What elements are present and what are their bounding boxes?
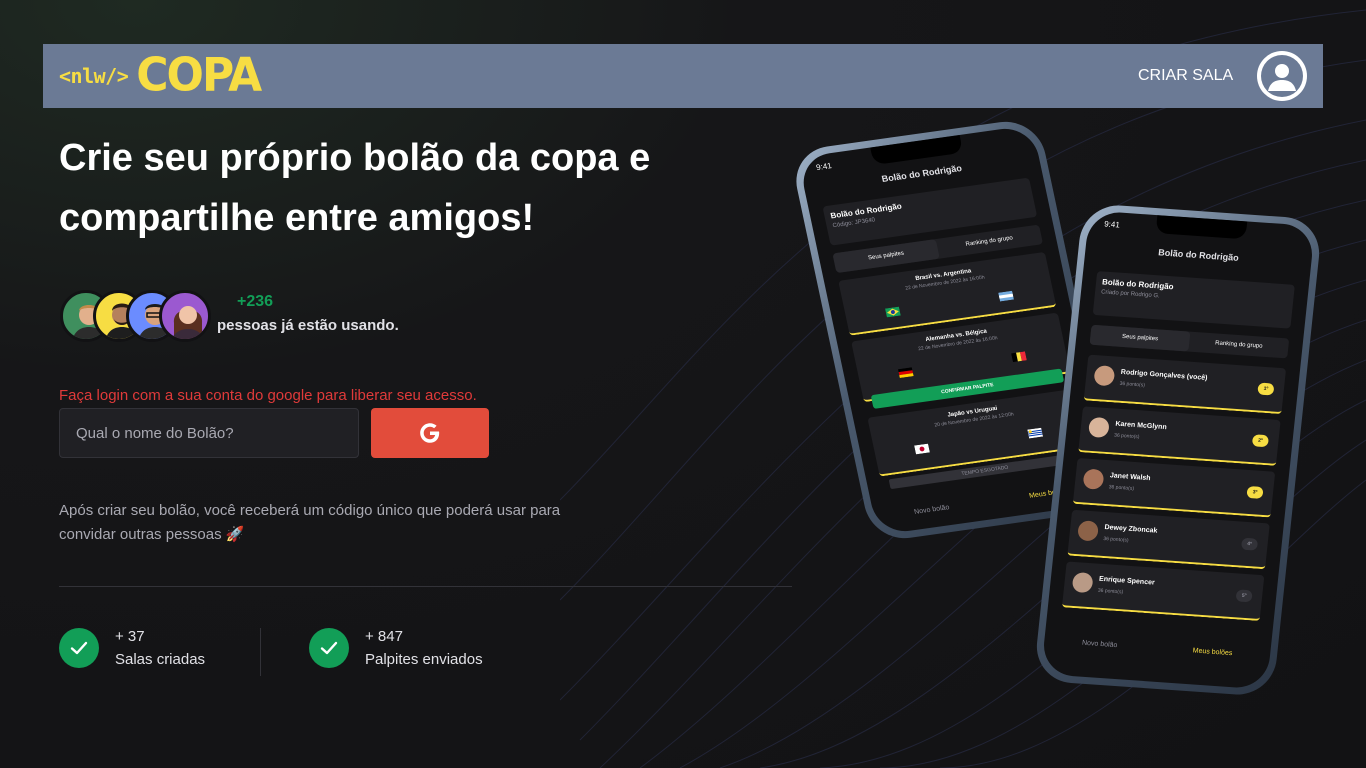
- phone-preview-right: 9:41 Bolão do Rodrigão Bolão do Rodrigão…: [1033, 202, 1323, 698]
- phone-notch: [1155, 215, 1248, 240]
- avatar: [1071, 571, 1094, 594]
- users-count: +236: [237, 293, 274, 310]
- create-room-link[interactable]: CRIAR SALA: [1138, 67, 1233, 85]
- stat-label: Palpites enviados: [365, 651, 483, 668]
- ranking-row: Dewey Zboncak 36 ponto(s) 4º: [1067, 509, 1270, 570]
- ranking-points: 36 ponto(s): [1119, 380, 1146, 389]
- stat-guesses: + 847 Palpites enviados: [309, 628, 483, 668]
- tab-guesses: Seus palpites: [1089, 324, 1191, 352]
- flag-germany-icon: [897, 367, 914, 379]
- phone-screen: 9:41 Bolão do Rodrigão Bolão do Rodrigão…: [1040, 210, 1316, 690]
- user-icon: [1261, 55, 1303, 97]
- nav-new-pool: Novo bolão: [913, 504, 951, 516]
- users-group: +236 pessoas já estão usando.: [60, 290, 399, 342]
- phone-bottom-nav: Novo bolão Meus bolões: [1044, 637, 1270, 660]
- stat-label: Salas criadas: [115, 651, 206, 668]
- nav-new-pool: Novo bolão: [1081, 639, 1118, 650]
- ranking-name: Karen McGlynn: [1115, 420, 1167, 432]
- phone-time: 9:41: [815, 161, 833, 173]
- pool-name-input[interactable]: [59, 408, 359, 458]
- stat-separator: [260, 628, 261, 676]
- flag-argentina-icon: [998, 290, 1014, 302]
- stat-number: + 847: [365, 628, 403, 645]
- ranking-name: Rodrigo Gonçalves (você): [1120, 368, 1208, 382]
- logo-text: COPA: [136, 48, 262, 103]
- ranking-points: 36 ponto(s): [1108, 484, 1135, 492]
- ranking-row: Karen McGlynn 36 ponto(s) 2º: [1078, 406, 1281, 466]
- ranking-position: 2º: [1251, 434, 1270, 448]
- phone-title: Bolão do Rodrigão: [1157, 247, 1240, 263]
- ranking-position: 5º: [1235, 589, 1253, 603]
- ranking-points: 36 ponto(s): [1097, 587, 1124, 596]
- flag-uruguay-icon: [1027, 427, 1044, 439]
- ranking-points: 36 ponto(s): [1113, 432, 1140, 441]
- ranking-row: Rodrigo Gonçalves (você) 36 ponto(s) 1º: [1083, 354, 1287, 415]
- avatar: [1087, 416, 1110, 439]
- avatar: [1082, 468, 1105, 490]
- tab-ranking: Ranking do grupo: [1214, 340, 1263, 350]
- ranking-position: 4º: [1240, 537, 1259, 551]
- login-message: Faça login com a sua conta do google par…: [59, 387, 477, 404]
- ranking-position: 3º: [1246, 485, 1264, 499]
- user-avatar-button[interactable]: [1257, 51, 1307, 101]
- nav-my-pools: Meus bolões: [1192, 647, 1233, 658]
- divider: [59, 586, 792, 587]
- top-header: <nlw/> COPA CRIAR SALA: [43, 44, 1323, 108]
- users-text: +236 pessoas já estão usando.: [217, 293, 399, 334]
- phone-notch: [870, 134, 964, 166]
- description-text: Após criar seu bolão, você receberá um c…: [59, 502, 561, 543]
- pool-header: Bolão do Rodrigão Criado por Rodrigo G.: [1092, 271, 1295, 329]
- users-label: pessoas já estão usando.: [217, 317, 399, 334]
- google-icon: [420, 423, 440, 443]
- stat-rooms: + 37 Salas criadas: [59, 628, 205, 668]
- flag-belgium-icon: [1011, 351, 1027, 363]
- ranking-name: Enrique Spencer: [1098, 575, 1155, 587]
- phone-time: 9:41: [1103, 219, 1121, 230]
- flag-brazil-icon: [885, 306, 901, 318]
- ranking-name: Dewey Zboncak: [1104, 524, 1158, 535]
- ranking-position: 1º: [1257, 382, 1275, 396]
- google-login-button[interactable]: [371, 408, 489, 458]
- avatar: [159, 290, 211, 342]
- logo: <nlw/> COPA: [59, 48, 262, 103]
- page-title: Crie seu próprio bolão da copa e compart…: [59, 137, 651, 239]
- phone-tabs: Seus palpites Ranking do grupo: [1089, 324, 1290, 359]
- ranking-name: Janet Walsh: [1109, 472, 1151, 483]
- check-icon: [59, 628, 99, 668]
- avatar: [1077, 520, 1100, 542]
- ranking-points: 36 ponto(s): [1102, 535, 1129, 544]
- ranking-row: Janet Walsh 36 ponto(s) 3º: [1072, 458, 1276, 518]
- check-icon: [309, 628, 349, 668]
- flag-japan-icon: [914, 443, 930, 455]
- avatar: [1093, 365, 1116, 387]
- ranking-row: Enrique Spencer 36 ponto(s) 5º: [1061, 561, 1265, 622]
- stat-number: + 37: [115, 628, 145, 645]
- logo-tag: <nlw/>: [59, 64, 129, 88]
